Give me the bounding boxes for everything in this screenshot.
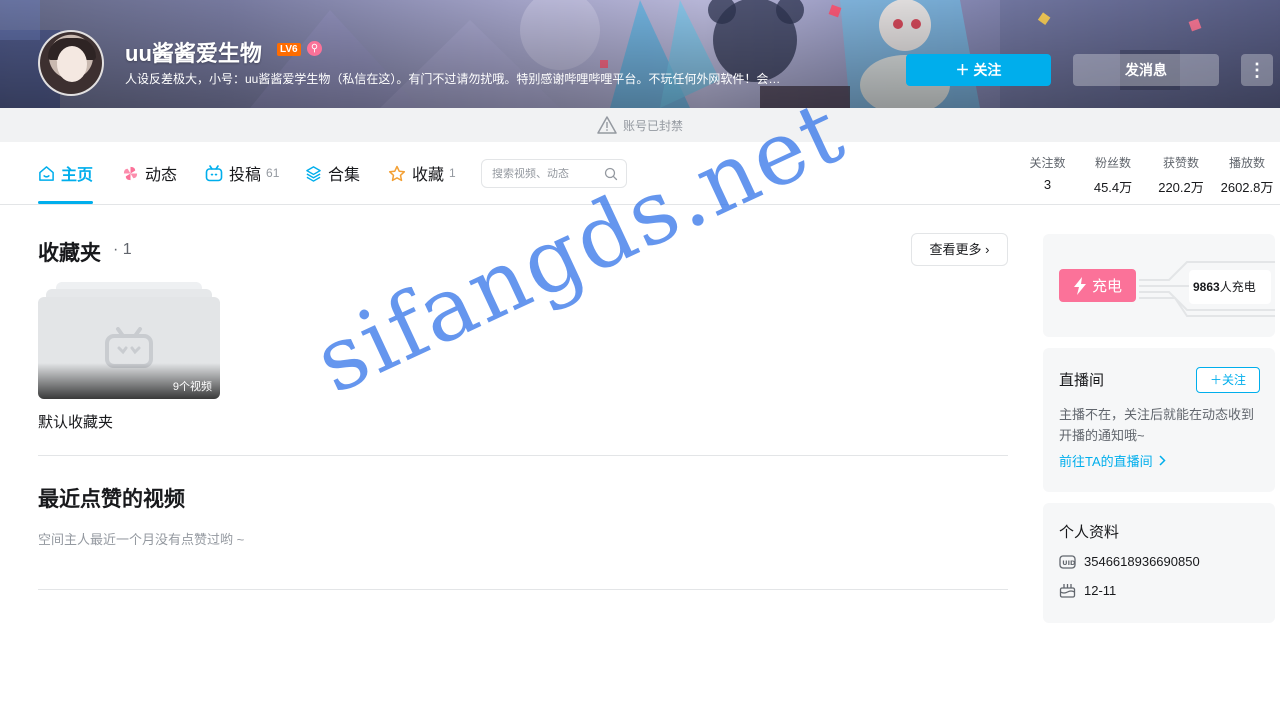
favorites-title: 收藏夹 [38, 242, 101, 265]
go-to-live-room-link[interactable]: 前往TA的直播间 [1059, 451, 1166, 470]
charge-count: 9863人充电 [1193, 278, 1256, 295]
profile-info-title: 个人资料 [1059, 524, 1120, 541]
cake-icon [1059, 584, 1076, 598]
stat-likes-label: 获赞数 [1162, 156, 1199, 170]
star-icon [388, 165, 406, 181]
folder-name[interactable]: 默认收藏夹 [38, 411, 113, 432]
folder-cover[interactable]: 9个视频 [38, 297, 220, 399]
banned-notice: 账号已封禁 [0, 108, 1280, 142]
stat-likes: 获赞数 220.2万 [1151, 154, 1211, 196]
avatar[interactable] [38, 30, 104, 96]
user-sign: 人设反差极大，小号：uu酱酱爱学生物（私信在这）。有门不过请勿扰哦。特别感谢哔哩… [125, 72, 785, 86]
folder-video-count: 9个视频 [172, 381, 212, 393]
tab-favorites-label: 收藏 [412, 167, 445, 184]
tv-icon [205, 164, 223, 181]
tab-collections[interactable]: 合集 [305, 142, 360, 204]
stat-fans-value: 45.4万 [1093, 180, 1133, 195]
stat-following-value: 3 [1043, 177, 1052, 192]
avatar-face [57, 46, 87, 82]
tab-dynamic[interactable]: 动态 [122, 142, 177, 204]
stat-plays-label: 播放数 [1228, 156, 1265, 170]
tab-collections-label: 合集 [328, 167, 361, 184]
warning-icon [597, 116, 617, 134]
space-nav: 主页 动态 投稿 61 合集 收藏 1 搜索视频、动态 关注数 3 粉丝数 45… [0, 142, 1280, 205]
level-badge: LV6 [277, 43, 301, 56]
stat-following-label: 关注数 [1029, 156, 1066, 170]
chevron-right-icon [1159, 455, 1166, 466]
more-options-button[interactable]: ⋮ [1241, 54, 1273, 86]
profile-info-card: 个人资料 UID 3546618936690850 12-11 [1043, 503, 1275, 623]
tab-favorites-count: 1 [449, 166, 456, 180]
stat-following[interactable]: 关注数 3 [1025, 154, 1070, 192]
live-room-title: 直播间 [1059, 372, 1105, 389]
live-link-label: 前往TA的直播间 [1059, 454, 1153, 469]
home-icon [39, 165, 54, 181]
charge-button[interactable]: 充电 [1059, 269, 1136, 302]
stat-fans-label: 粉丝数 [1094, 156, 1131, 170]
charge-count-suffix: 人充电 [1219, 280, 1256, 294]
tab-uploads-count: 61 [266, 166, 280, 180]
tab-uploads[interactable]: 投稿 61 [205, 142, 279, 204]
tab-home[interactable]: 主页 [38, 142, 94, 204]
pin-icon: ⚲ [307, 41, 322, 56]
liked-title: 最近点赞的视频 [38, 488, 185, 511]
follow-button[interactable]: ＋ 关注 [906, 54, 1051, 86]
space-search [481, 159, 627, 188]
section-divider [38, 455, 1008, 456]
search-icon[interactable] [604, 167, 618, 181]
liked-empty-tip: 空间主人最近一个月没有点赞过哟 ~ [38, 532, 245, 547]
stat-plays: 播放数 2602.8万 [1216, 154, 1278, 196]
stat-plays-value: 2602.8万 [1220, 180, 1274, 195]
see-more-button[interactable]: 查看更多 › [911, 233, 1008, 266]
birthday-value: 12-11 [1084, 582, 1117, 598]
section-divider-bottom [38, 589, 1008, 590]
live-room-card: 直播间 ＋关注 主播不在，关注后就能在动态收到开播的通知哦~ 前往TA的直播间 [1043, 348, 1275, 492]
charge-button-label: 充电 [1091, 278, 1122, 295]
charge-count-number: 9863 [1193, 280, 1220, 294]
pinwheel-icon [123, 166, 138, 180]
banned-text: 账号已封禁 [622, 118, 683, 133]
username: uu酱酱爱生物 [125, 41, 262, 66]
favorites-count: · 1 [113, 241, 132, 258]
search-input[interactable] [492, 167, 604, 180]
uid-icon: UID [1059, 554, 1076, 569]
layers-icon [306, 165, 321, 182]
stat-likes-value: 220.2万 [1158, 180, 1204, 195]
tab-home-label: 主页 [61, 167, 94, 184]
live-follow-button[interactable]: ＋关注 [1196, 367, 1260, 393]
charge-card: 充电 9863人充电 [1043, 234, 1275, 337]
live-room-desc: 主播不在，关注后就能在动态收到开播的通知哦~ [1059, 407, 1255, 443]
tab-favorites[interactable]: 收藏 1 [388, 142, 456, 204]
uid-row: UID 3546618936690850 [1059, 554, 1200, 569]
uid-value: 3546618936690850 [1084, 554, 1200, 569]
tab-dynamic-label: 动态 [145, 167, 178, 184]
send-message-button[interactable]: 发消息 [1073, 54, 1219, 86]
stat-fans[interactable]: 粉丝数 45.4万 [1087, 154, 1139, 196]
lightning-icon [1073, 276, 1086, 295]
tab-uploads-label: 投稿 [229, 167, 262, 184]
birthday-row: 12-11 [1059, 582, 1116, 598]
svg-text:UID: UID [1062, 559, 1076, 567]
